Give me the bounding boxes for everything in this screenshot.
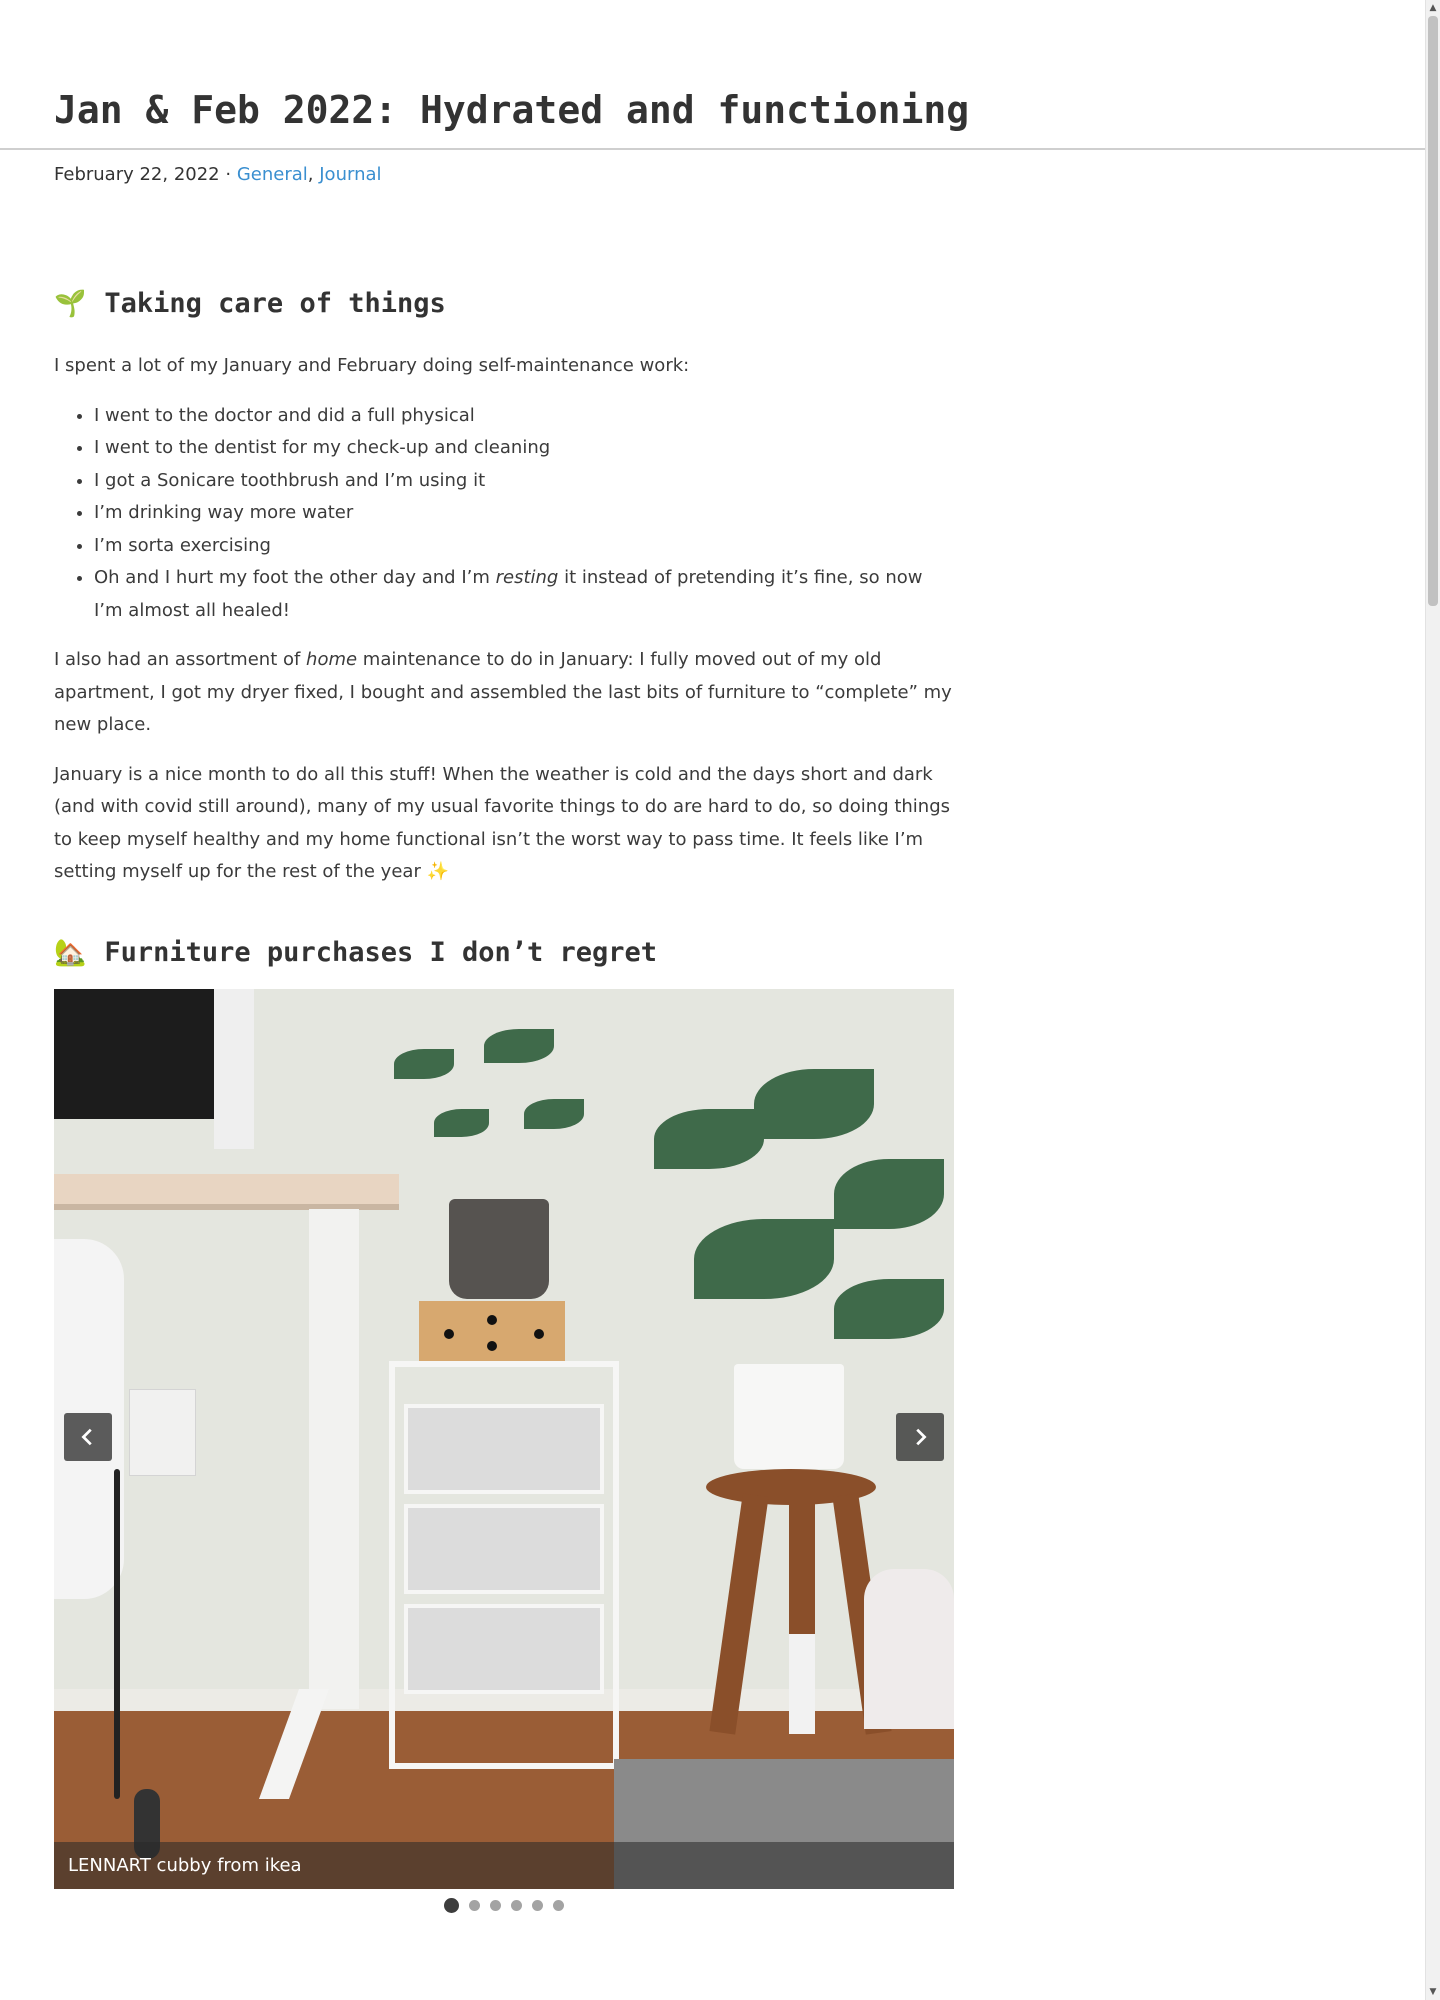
carousel-dot[interactable]: [532, 1900, 543, 1911]
scroll-up-arrow-icon[interactable]: ▲: [1428, 2, 1438, 14]
section-heading-text: Furniture purchases I don’t regret: [104, 936, 658, 968]
list-item-emphasis: resting: [495, 567, 559, 588]
carousel-slide-image: [54, 988, 954, 1889]
carousel-prev-button[interactable]: [64, 1412, 112, 1461]
carousel-next-button[interactable]: [896, 1412, 944, 1461]
image-carousel[interactable]: LENNART cubby from ikea: [54, 988, 954, 1889]
list-item: I went to the doctor and did a full phys…: [94, 400, 954, 433]
paragraph-emphasis: home: [306, 649, 358, 670]
scrollbar-thumb[interactable]: [1428, 16, 1438, 606]
page: Jan & Feb 2022: Hydrated and functioning…: [0, 0, 1426, 2000]
home-maintenance-paragraph: I also had an assortment of home mainten…: [54, 644, 954, 742]
chevron-left-icon: [81, 1428, 92, 1445]
self-maintenance-list: I went to the doctor and did a full phys…: [54, 400, 954, 628]
carousel-caption: LENNART cubby from ikea: [54, 1841, 954, 1889]
house-icon: 🏡: [54, 937, 87, 968]
chevron-right-icon: [916, 1428, 927, 1445]
post-date: February 22, 2022: [54, 164, 220, 185]
list-item: Oh and I hurt my foot the other day and …: [94, 562, 954, 627]
meta-separator: ·: [225, 164, 232, 185]
list-item: I got a Sonicare toothbrush and I’m usin…: [94, 465, 954, 498]
list-item: I went to the dentist for my check-up an…: [94, 432, 954, 465]
carousel-dot[interactable]: [511, 1900, 522, 1911]
category-comma: ,: [307, 164, 314, 185]
post-meta: February 22, 2022 · General, Journal: [54, 164, 382, 185]
category-link-general[interactable]: General: [237, 164, 308, 185]
seedling-icon: 🌱: [54, 289, 87, 319]
carousel-dot[interactable]: [444, 1898, 459, 1913]
monitor-illustration: [54, 988, 214, 1119]
title-divider: [0, 148, 1426, 150]
intro-paragraph: I spent a lot of my January and February…: [54, 355, 690, 376]
carousel-dot[interactable]: [469, 1900, 480, 1911]
category-link-journal[interactable]: Journal: [319, 164, 381, 185]
paragraph-text: I also had an assortment of: [54, 649, 307, 670]
post-title: Jan & Feb 2022: Hydrated and functioning: [54, 88, 970, 132]
section-heading-furniture: 🏡 Furniture purchases I don’t regret: [54, 929, 954, 977]
section-heading-taking-care: 🌱 Taking care of things: [54, 280, 954, 328]
list-item: I’m sorta exercising: [94, 530, 954, 563]
vertical-scrollbar[interactable]: ▲ ▼: [1425, 0, 1440, 2000]
carousel-pagination: [54, 1889, 954, 1923]
post-content: 🌱 Taking care of things I spent a lot of …: [54, 280, 954, 1923]
carousel-dot[interactable]: [553, 1900, 564, 1911]
scroll-down-arrow-icon[interactable]: ▼: [1428, 1986, 1438, 1998]
january-paragraph: January is a nice month to do all this s…: [54, 763, 951, 883]
section-heading-text: Taking care of things: [104, 288, 446, 319]
carousel-dot[interactable]: [490, 1900, 501, 1911]
list-item-text: Oh and I hurt my foot the other day and …: [94, 567, 496, 588]
list-item: I’m drinking way more water: [94, 497, 954, 530]
